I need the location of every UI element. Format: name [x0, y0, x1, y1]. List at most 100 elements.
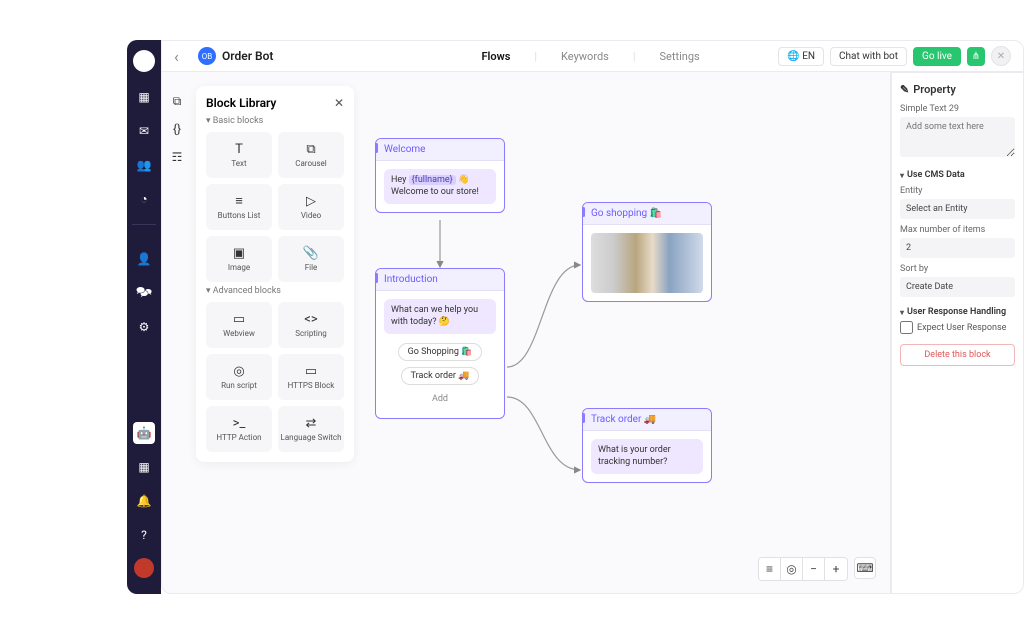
target-icon: ◎ [233, 364, 244, 379]
topbar: ‹ OB Order Bot Flows | Keywords | Settin… [161, 40, 1024, 72]
tab-keywords[interactable]: Keywords [553, 50, 617, 63]
lib-text-block[interactable]: TText [206, 132, 272, 178]
option-track-order[interactable]: Track order 🚚 [401, 367, 480, 385]
swap-icon: ⇄ [306, 416, 317, 431]
rail-item-notifications[interactable]: 🔔 [133, 490, 155, 512]
rail-item-settings[interactable]: ⚙ [133, 316, 155, 338]
rail-item-inbox[interactable]: ✉ [133, 120, 155, 142]
chat-with-bot-button[interactable]: Chat with bot [830, 47, 907, 66]
lib-carousel-block[interactable]: ⧉Carousel [278, 132, 344, 178]
property-panel: ✎ Property Simple Text 29 Use CMS Data E… [891, 72, 1024, 594]
node-title: Go shopping 🛍️ [583, 203, 711, 225]
option-go-shopping[interactable]: Go Shopping 🛍️ [398, 343, 483, 361]
lib-runscript-block[interactable]: ◎Run script [206, 354, 272, 400]
product-image-placeholder [591, 233, 703, 293]
user-avatar[interactable] [134, 558, 154, 578]
add-block-icon[interactable]: ⧉ [168, 92, 186, 110]
canvas-center-icon[interactable]: ◎ [781, 558, 803, 580]
lib-webview-block[interactable]: ▭Webview [206, 302, 272, 348]
lib-section-basic: ▾ Basic blocks [206, 116, 344, 126]
node-go-shopping[interactable]: Go shopping 🛍️ [582, 202, 712, 302]
block-text-input[interactable] [900, 117, 1015, 157]
max-items-input[interactable] [900, 238, 1015, 258]
intro-prompt: What can we help you with today? 🤔 [384, 299, 496, 334]
rail-item-agent[interactable]: 👤 [133, 248, 155, 270]
image-icon: ▣ [233, 246, 245, 261]
flow-tree-icon[interactable]: ☶ [168, 148, 186, 166]
carousel-icon: ⧉ [306, 142, 315, 157]
add-option-button[interactable]: Add [423, 391, 457, 407]
expect-response-checkbox[interactable]: Expect User Response [900, 321, 1015, 334]
rail-item-contacts[interactable]: 👥 [133, 154, 155, 176]
rail-item-help[interactable]: ? [133, 524, 155, 546]
block-name-label: Simple Text 29 [900, 104, 1015, 114]
lib-https-block[interactable]: ▭HTTPS Block [278, 354, 344, 400]
node-title: Introduction [376, 269, 504, 291]
tab-settings[interactable]: Settings [652, 50, 708, 63]
webview-icon: ▭ [233, 312, 245, 327]
share-button[interactable]: ⋔ [967, 47, 985, 66]
text-icon: T [235, 142, 243, 157]
delete-block-button[interactable]: Delete this block [900, 344, 1015, 366]
close-library-icon[interactable]: ✕ [334, 96, 344, 110]
sort-label: Sort by [900, 264, 1015, 274]
node-introduction[interactable]: Introduction What can we help you with t… [375, 268, 505, 419]
app-logo[interactable] [133, 50, 155, 72]
top-tabs: Flows | Keywords | Settings [473, 50, 707, 63]
bot-badge: OB [198, 47, 216, 65]
node-title: Welcome [376, 139, 504, 161]
lib-section-advanced: ▾ Advanced blocks [206, 286, 344, 296]
lib-httpaction-block[interactable]: >_HTTP Action [206, 406, 272, 452]
node-title: Track order 🚚 [583, 409, 711, 431]
response-section-toggle[interactable]: User Response Handling [900, 307, 1015, 317]
tab-flows[interactable]: Flows [473, 50, 518, 63]
close-icon[interactable]: ✕ [991, 46, 1011, 66]
rail-bot-icon[interactable]: 🤖 [133, 422, 155, 444]
terminal-icon: >_ [233, 416, 246, 431]
pencil-icon: ✎ [900, 83, 909, 96]
property-title: ✎ Property [900, 83, 1015, 96]
block-library-title: Block Library [206, 96, 276, 110]
go-live-button[interactable]: Go live [913, 47, 961, 66]
rail-item-dashboard[interactable]: ▦ [133, 86, 155, 108]
lang-switch[interactable]: 🌐 EN [778, 47, 824, 66]
variable-fullname: {fullname} [409, 175, 456, 185]
rail-item-broadcast[interactable]: 🗫 [133, 282, 155, 304]
code-icon: <> [304, 312, 317, 327]
cms-section-toggle[interactable]: Use CMS Data [900, 170, 1015, 180]
node-track-order[interactable]: Track order 🚚 What is your order trackin… [582, 408, 712, 483]
canvas-toolbox: ⧉ {} ☶ [168, 92, 190, 166]
track-prompt: What is your order tracking number? [591, 439, 703, 474]
lib-video-block[interactable]: ▷Video [278, 184, 344, 230]
sort-select[interactable] [900, 277, 1015, 297]
welcome-message: Hey {fullname} 👋 Welcome to our store! [384, 169, 496, 204]
lib-buttons-block[interactable]: ≡Buttons List [206, 184, 272, 230]
node-welcome[interactable]: Welcome Hey {fullname} 👋 Welcome to our … [375, 138, 505, 213]
list-icon: ≡ [235, 193, 243, 209]
entity-label: Entity [900, 186, 1015, 196]
lib-scripting-block[interactable]: <>Scripting [278, 302, 344, 348]
flow-canvas-wrap: ⧉ {} ☶ Block Library ✕ ▾ Basic blocks TT… [161, 72, 891, 594]
lib-langswitch-block[interactable]: ⇄Language Switch [278, 406, 344, 452]
block-library-panel: Block Library ✕ ▾ Basic blocks TText ⧉Ca… [196, 86, 354, 462]
canvas-controls: ≡ ◎ − + ⌨ [758, 557, 876, 581]
max-items-label: Max number of items [900, 225, 1015, 235]
file-icon: 📎 [303, 246, 319, 261]
video-icon: ▷ [306, 194, 316, 209]
zoom-in-button[interactable]: + [825, 558, 847, 580]
lib-file-block[interactable]: 📎File [278, 236, 344, 282]
flow-canvas[interactable]: ⧉ {} ☶ Block Library ✕ ▾ Basic blocks TT… [162, 72, 890, 593]
lib-image-block[interactable]: ▣Image [206, 236, 272, 282]
page-title: Order Bot [222, 49, 273, 63]
entity-select[interactable] [900, 199, 1015, 219]
keyboard-shortcuts-icon[interactable]: ⌨ [854, 557, 876, 579]
zoom-out-button[interactable]: − [803, 558, 825, 580]
rail-item-apps[interactable]: ▦ [133, 456, 155, 478]
expect-response-input[interactable] [900, 321, 913, 334]
canvas-menu-icon[interactable]: ≡ [759, 558, 781, 580]
https-icon: ▭ [305, 364, 317, 379]
app-rail: ▦ ✉ 👥 ◔ 👤 🗫 ⚙ 🤖 ▦ 🔔 ? [127, 40, 161, 594]
rail-item-analytics[interactable]: ◔ [133, 188, 155, 210]
back-button[interactable]: ‹ [174, 47, 192, 66]
braces-icon[interactable]: {} [168, 120, 186, 138]
